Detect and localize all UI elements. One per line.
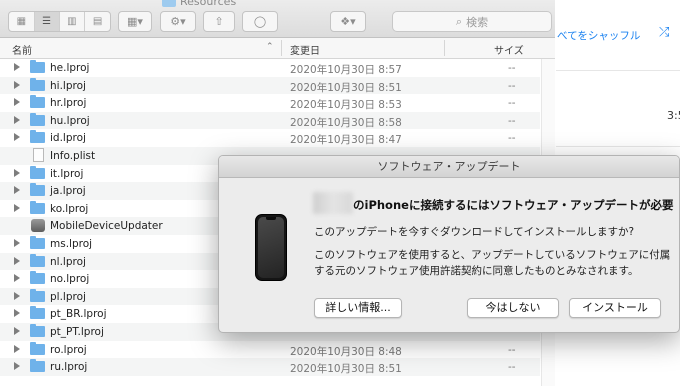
search-icon: ⌕ <box>455 14 463 28</box>
folder-icon <box>30 359 45 373</box>
gallery-view-button[interactable]: ▤ <box>85 12 110 31</box>
dialog-license-text: このソフトウェアを使用すると、アップデートしているソフトウェアに付属する元のソフ… <box>314 249 671 277</box>
list-item[interactable]: hi.lproj 2020年10月30日 8:51 -- <box>0 76 540 95</box>
search-field[interactable]: ⌕ 検索 <box>392 11 552 32</box>
disclosure-triangle-icon[interactable] <box>14 344 20 353</box>
disclosure-triangle-icon[interactable] <box>14 133 20 142</box>
gear-icon: ⚙▾ <box>170 15 186 28</box>
dialog-title: ソフトウェア・アップデート <box>219 156 679 178</box>
disclosure-triangle-icon[interactable] <box>14 274 20 283</box>
share-button[interactable]: ⇧ <box>203 11 235 32</box>
disclosure-triangle-icon[interactable] <box>14 326 20 335</box>
folder-icon <box>30 323 45 337</box>
folder-icon <box>30 112 45 126</box>
app-icon <box>31 219 45 233</box>
divider <box>556 70 680 71</box>
folder-icon <box>30 165 45 179</box>
list-item[interactable]: hr.lproj 2020年10月30日 8:53 -- <box>0 94 540 112</box>
disclosure-triangle-icon[interactable] <box>14 186 20 195</box>
folder-icon <box>30 306 45 320</box>
more-info-button[interactable]: 詳しい情報... <box>314 298 402 318</box>
disclosure-triangle-icon[interactable] <box>14 362 20 371</box>
column-name-header[interactable]: 名前 <box>12 42 32 57</box>
divider <box>556 146 680 147</box>
column-date-header[interactable]: 変更日 <box>290 42 320 57</box>
redacted-device-name <box>313 192 353 214</box>
folder-icon <box>30 77 45 91</box>
share-icon: ⇧ <box>214 15 224 28</box>
folder-icon <box>30 253 45 267</box>
list-item[interactable]: hu.lproj 2020年10月30日 8:58 -- <box>0 111 540 130</box>
disclosure-triangle-icon[interactable] <box>14 291 20 300</box>
folder-icon <box>30 130 45 144</box>
shuffle-all-link[interactable]: べてをシャッフル <box>557 28 640 43</box>
disclosure-triangle-icon[interactable] <box>14 63 20 71</box>
folder-icon <box>30 183 45 197</box>
shuffle-icon[interactable]: ⤮ <box>659 25 669 40</box>
folder-icon <box>30 200 45 214</box>
software-update-dialog: ソフトウェア・アップデート のiPhoneに接続するにはソフトウェア・アップデー… <box>218 155 680 333</box>
column-view-button[interactable]: ▥ <box>60 12 86 31</box>
install-button[interactable]: インストール <box>569 298 661 318</box>
not-now-button[interactable]: 今はしない <box>467 298 559 318</box>
finder-toolbar: Resources ▦ ☰ ▥ ▤ ▦▾ ⚙▾ ⇧ ◯ ❖▾ ⌕ 検索 <box>0 0 555 38</box>
view-mode-control[interactable]: ▦ ☰ ▥ ▤ <box>8 11 111 32</box>
disclosure-triangle-icon[interactable] <box>14 238 20 247</box>
column-header: 名前 ⌃ 変更日 サイズ <box>0 38 555 59</box>
sort-chevron-icon: ⌃ <box>266 42 274 52</box>
dialog-question: このアップデートを今すぐダウンロードしてインストールしますか? <box>314 226 635 238</box>
icon-view-button[interactable]: ▦ <box>9 12 35 31</box>
folder-icon <box>30 95 45 109</box>
folder-icon <box>30 235 45 249</box>
search-placeholder: 検索 <box>466 15 489 29</box>
disclosure-triangle-icon[interactable] <box>14 203 20 212</box>
list-item[interactable]: he.lproj 2020年10月30日 8:57 -- <box>0 59 540 77</box>
folder-icon <box>30 288 45 302</box>
list-view-button[interactable]: ☰ <box>34 12 60 31</box>
disclosure-triangle-icon[interactable] <box>14 168 20 177</box>
document-icon <box>33 147 44 162</box>
folder-icon <box>30 271 45 285</box>
action-button[interactable]: ⚙▾ <box>160 11 196 32</box>
list-item[interactable]: ru.lproj 2020年10月30日 8:51 -- <box>0 358 540 376</box>
column-divider[interactable] <box>444 40 445 56</box>
folder-icon <box>162 0 176 7</box>
list-item[interactable]: id.lproj 2020年10月30日 8:47 -- <box>0 129 540 147</box>
group-button[interactable]: ▦▾ <box>118 11 152 32</box>
disclosure-triangle-icon[interactable] <box>14 98 20 107</box>
dialog-heading: のiPhoneに接続するにはソフトウェア・アップデートが必要 <box>353 198 674 212</box>
grid-icon: ▦▾ <box>127 15 143 28</box>
track-duration: 3:5 <box>667 109 680 122</box>
disclosure-triangle-icon[interactable] <box>14 256 20 265</box>
iphone-icon <box>255 214 287 281</box>
path-title: Resources <box>162 0 236 8</box>
folder-icon <box>30 60 45 73</box>
folder-icon <box>30 341 45 355</box>
dropbox-button[interactable]: ❖▾ <box>330 11 366 32</box>
column-divider[interactable] <box>281 40 282 56</box>
column-size-header[interactable]: サイズ <box>494 42 524 57</box>
disclosure-triangle-icon[interactable] <box>14 115 20 124</box>
tags-button[interactable]: ◯ <box>242 11 278 32</box>
disclosure-triangle-icon[interactable] <box>14 309 20 318</box>
dropbox-icon: ❖▾ <box>340 15 356 28</box>
disclosure-triangle-icon[interactable] <box>14 80 20 89</box>
tag-icon: ◯ <box>253 15 267 28</box>
list-item[interactable]: ro.lproj 2020年10月30日 8:48 -- <box>0 341 540 359</box>
